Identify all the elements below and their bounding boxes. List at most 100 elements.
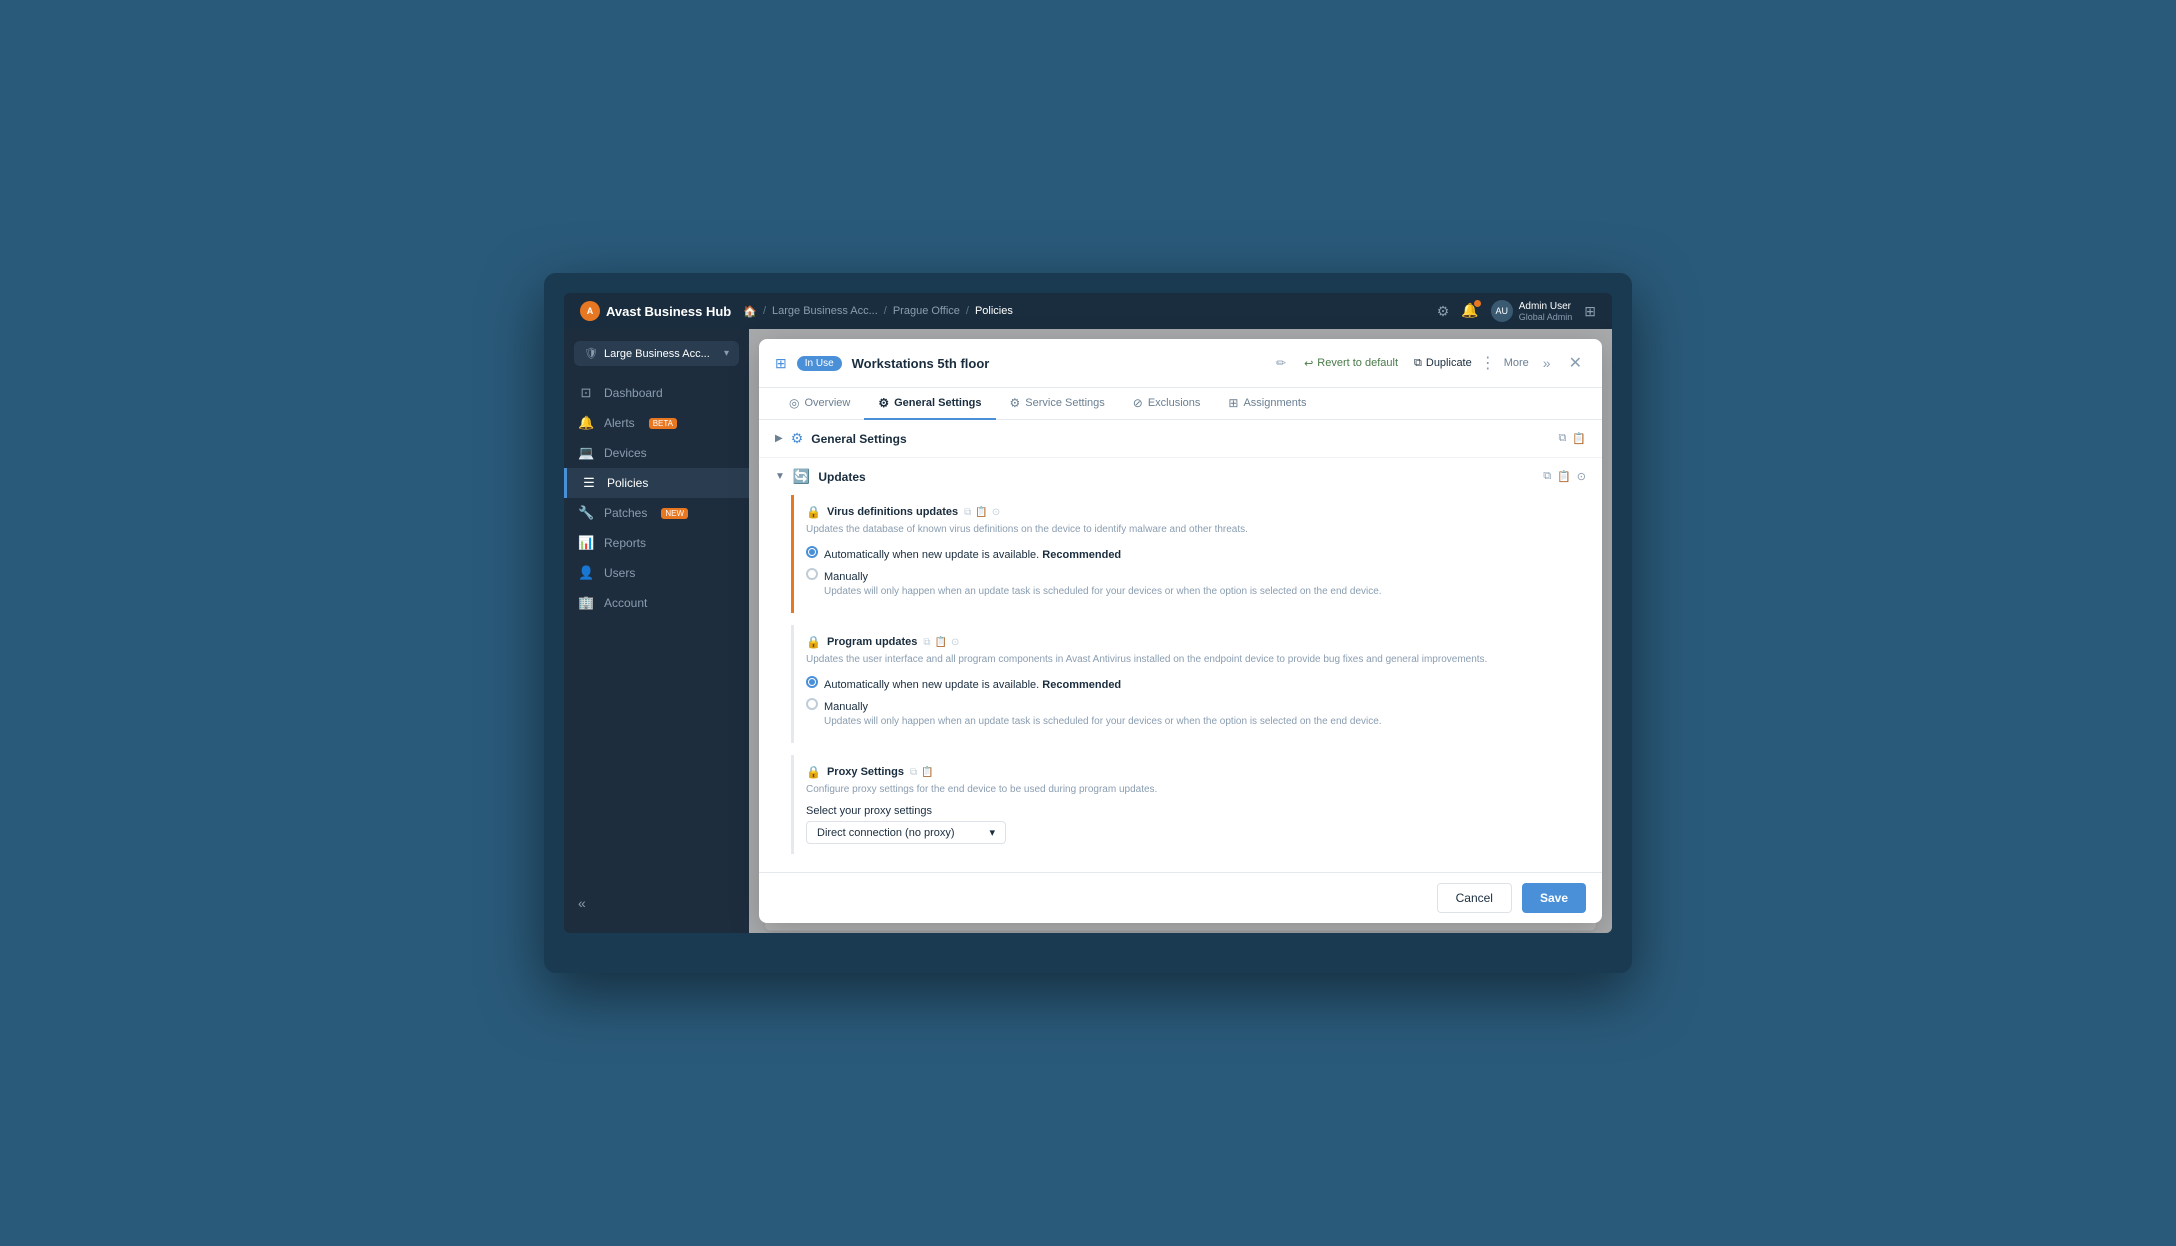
in-use-badge: In Use — [797, 356, 842, 371]
grid-icon[interactable]: ⊞ — [1584, 303, 1596, 320]
ps-icon-1: ⧉ — [910, 767, 917, 778]
modal-close-button[interactable]: ✕ — [1565, 349, 1586, 377]
modal-policy-icon: ⊞ — [775, 355, 787, 372]
user-role: Global Admin — [1519, 312, 1573, 322]
sidebar-item-reports[interactable]: 📊 Reports — [564, 528, 749, 558]
virus-def-lock-icon: 🔒 — [806, 505, 821, 519]
proxy-dropdown-chevron: ▾ — [989, 826, 995, 839]
save-button[interactable]: Save — [1522, 883, 1586, 913]
sidebar-item-policies[interactable]: ☰ Policies — [564, 468, 749, 498]
overview-tab-icon: ◎ — [789, 396, 799, 410]
devices-icon: 💻 — [578, 445, 594, 461]
virus-def-auto-radio[interactable] — [806, 546, 818, 558]
more-label: More — [1504, 357, 1529, 369]
sidebar-item-users[interactable]: 👤 Users — [564, 558, 749, 588]
updates-content: 🔒 Virus definitions updates ⧉ 📋 ⊙ Update… — [759, 495, 1602, 872]
sidebar-collapse-button[interactable]: « — [564, 885, 749, 921]
modal-body: ▶ ⚙ General Settings ⧉ 📋 ▼ — [759, 420, 1602, 872]
general-settings-section: ▶ ⚙ General Settings ⧉ 📋 — [759, 420, 1602, 458]
vd-icon-2: 📋 — [975, 507, 987, 518]
tab-service-settings[interactable]: ⚙ Service Settings — [996, 388, 1119, 420]
proxy-select-value: Direct connection (no proxy) — [817, 827, 955, 839]
cancel-button[interactable]: Cancel — [1437, 883, 1512, 913]
pu-icon-2: 📋 — [935, 637, 947, 648]
tab-assignments[interactable]: ⊞ Assignments — [1214, 388, 1320, 420]
program-updates-lock-icon: 🔒 — [806, 635, 821, 649]
shield-icon: 🛡 — [584, 347, 598, 360]
service-settings-tab-icon: ⚙ — [1010, 396, 1021, 410]
modal-overlay: ⊞ In Use Workstations 5th floor ✏ ↩ Reve… — [749, 329, 1612, 933]
sidebar-label-account: Account — [604, 596, 647, 610]
virus-def-auto-option[interactable]: Automatically when new update is availab… — [806, 545, 1574, 563]
sidebar-label-dashboard: Dashboard — [604, 386, 663, 400]
app-name: Avast Business Hub — [606, 304, 731, 319]
general-settings-toggle: ▶ — [775, 433, 783, 444]
home-icon[interactable]: 🏠 — [743, 305, 757, 318]
program-updates-title: Program updates — [827, 636, 917, 648]
duplicate-button[interactable]: ⧉ Duplicate — [1414, 357, 1472, 370]
modal-header-actions: ↩ Revert to default ⧉ Duplicate ⋮ More — [1296, 353, 1529, 374]
avast-logo-icon: A — [580, 301, 600, 321]
sidebar-item-alerts[interactable]: 🔔 Alerts BETA — [564, 408, 749, 438]
vd-icon-1: ⧉ — [964, 507, 971, 518]
virus-def-manual-option[interactable]: Manually Updates will only happen when a… — [806, 567, 1574, 599]
updates-toggle: ▼ — [775, 471, 785, 482]
breadcrumb: 🏠 / Large Business Acc... / Prague Offic… — [743, 305, 1425, 318]
program-updates-header: 🔒 Program updates ⧉ 📋 ⊙ — [806, 635, 1574, 649]
proxy-icons: ⧉ 📋 — [910, 767, 934, 778]
more-options-button[interactable]: ⋮ — [1480, 353, 1496, 373]
sidebar-label-reports: Reports — [604, 536, 646, 550]
tab-exclusions[interactable]: ⊘ Exclusions — [1119, 388, 1215, 420]
updates-section: ▼ 🔄 Updates ⧉ 📋 ⊙ — [759, 458, 1602, 872]
program-updates-manual-radio[interactable] — [806, 698, 818, 710]
modal-expand-button[interactable]: » — [1539, 351, 1555, 375]
policy-detail-modal: ⊞ In Use Workstations 5th floor ✏ ↩ Reve… — [759, 339, 1602, 923]
pu-icon-1: ⧉ — [923, 637, 930, 648]
proxy-select-dropdown[interactable]: Direct connection (no proxy) ▾ — [806, 821, 1006, 844]
chevron-down-icon: ▾ — [724, 348, 729, 359]
proxy-settings-title: Proxy Settings — [827, 766, 904, 778]
sidebar-item-account[interactable]: 🏢 Account — [564, 588, 749, 618]
updates-copy-icon[interactable]: ⧉ — [1543, 470, 1551, 483]
program-updates-recommended: Recommended — [1042, 679, 1121, 691]
sidebar-item-dashboard[interactable]: ⊡ Dashboard — [564, 378, 749, 408]
breadcrumb-account[interactable]: Large Business Acc... — [772, 305, 878, 317]
breadcrumb-office[interactable]: Prague Office — [893, 305, 960, 317]
reports-icon: 📊 — [578, 535, 594, 551]
general-settings-actions: ⧉ 📋 — [1558, 432, 1586, 445]
updates-actions: ⧉ 📋 ⊙ — [1543, 470, 1586, 483]
settings-icon[interactable]: ⚙ — [1437, 303, 1450, 320]
program-updates-auto-option[interactable]: Automatically when new update is availab… — [806, 675, 1574, 693]
account-selector[interactable]: 🛡 Large Business Acc... ▾ — [574, 341, 739, 366]
updates-header[interactable]: ▼ 🔄 Updates ⧉ 📋 ⊙ — [759, 458, 1602, 495]
top-bar: A Avast Business Hub 🏠 / Large Business … — [564, 293, 1612, 329]
program-updates-subsection: 🔒 Program updates ⧉ 📋 ⊙ Updates the user… — [791, 625, 1586, 743]
proxy-settings-subsection: 🔒 Proxy Settings ⧉ 📋 Configure proxy set… — [791, 755, 1586, 854]
notification-bell[interactable]: 🔔 — [1461, 302, 1478, 320]
duplicate-icon: ⧉ — [1414, 357, 1422, 370]
sidebar-label-devices: Devices — [604, 446, 647, 460]
virus-def-auto-label: Automatically when new update is availab… — [824, 549, 1121, 561]
program-updates-manual-option[interactable]: Manually Updates will only happen when a… — [806, 697, 1574, 729]
program-updates-auto-radio[interactable] — [806, 676, 818, 688]
paste-action-icon[interactable]: 📋 — [1572, 432, 1586, 445]
sidebar-label-policies: Policies — [607, 476, 648, 490]
account-icon: 🏢 — [578, 595, 594, 611]
program-updates-manual-sub: Updates will only happen when an update … — [824, 715, 1382, 729]
general-settings-header[interactable]: ▶ ⚙ General Settings ⧉ 📋 — [759, 420, 1602, 457]
general-settings-tab-icon: ⚙ — [878, 396, 889, 410]
copy-action-icon[interactable]: ⧉ — [1558, 432, 1566, 445]
tab-overview[interactable]: ◎ Overview — [775, 388, 864, 420]
updates-extra-icon[interactable]: ⊙ — [1577, 470, 1586, 483]
virus-def-manual-radio[interactable] — [806, 568, 818, 580]
sidebar-item-patches[interactable]: 🔧 Patches NEW — [564, 498, 749, 528]
virus-def-manual-label: Manually — [824, 571, 868, 583]
virus-def-title: Virus definitions updates — [827, 506, 958, 518]
updates-section-icon: 🔄 — [793, 468, 810, 485]
edit-title-icon[interactable]: ✏ — [1276, 356, 1286, 370]
updates-paste-icon[interactable]: 📋 — [1557, 470, 1571, 483]
assignments-tab-icon: ⊞ — [1228, 396, 1238, 410]
sidebar-item-devices[interactable]: 💻 Devices — [564, 438, 749, 468]
tab-general-settings[interactable]: ⚙ General Settings — [864, 388, 995, 420]
revert-to-default-button[interactable]: ↩ Revert to default — [1296, 353, 1406, 374]
